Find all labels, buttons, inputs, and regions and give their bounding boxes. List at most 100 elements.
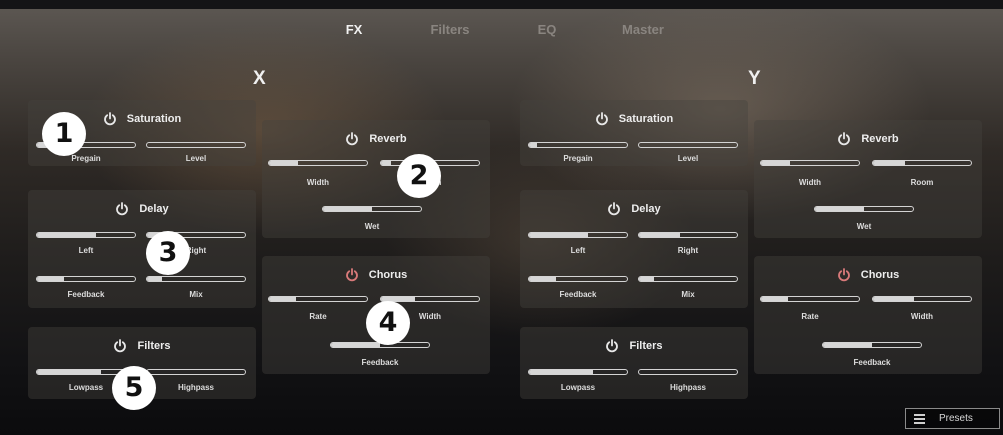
x-filters-title-row: Filters	[28, 337, 256, 355]
x-saturation-pregain-label: Pregain	[71, 154, 101, 163]
y-saturation-level-slider[interactable]	[638, 142, 738, 148]
y-saturation-title-row: Saturation	[520, 110, 748, 128]
slider-fill	[147, 277, 162, 281]
tab-eq[interactable]: EQ	[507, 22, 587, 37]
y-reverb-width-slider[interactable]	[760, 160, 860, 166]
power-icon[interactable]	[103, 112, 117, 126]
slider-fill	[323, 207, 372, 211]
x-delay-left-slider[interactable]	[36, 232, 136, 238]
y-chorus-panel: Chorus Rate Width Feedback	[754, 256, 982, 374]
annotation-marker-1: 1	[42, 112, 86, 156]
x-delay-title: Delay	[139, 203, 169, 216]
y-delay-left-slider[interactable]	[528, 232, 628, 238]
y-filters-title: Filters	[629, 340, 663, 353]
x-chorus-width-slider[interactable]	[380, 296, 480, 302]
y-delay-feedback-slider[interactable]	[528, 276, 628, 282]
x-filters-highpass-slider[interactable]	[146, 369, 246, 375]
y-delay-mix-slider[interactable]	[638, 276, 738, 282]
y-filters-highpass-label: Highpass	[669, 383, 706, 392]
y-filters-lowpass-slider[interactable]	[528, 369, 628, 375]
slider-fill	[269, 161, 299, 165]
y-chorus-width-label: Width	[910, 312, 934, 321]
power-icon[interactable]	[113, 339, 127, 353]
power-icon[interactable]	[345, 132, 359, 146]
y-saturation-title: Saturation	[618, 113, 674, 126]
x-chorus-title: Chorus	[368, 269, 408, 282]
power-icon[interactable]	[837, 132, 851, 146]
x-reverb-panel: ReverbWidthRoomWet	[262, 120, 490, 238]
y-reverb-room-slider[interactable]	[872, 160, 972, 166]
y-chorus-title-row: Chorus	[754, 266, 982, 284]
y-chorus-width-slider[interactable]	[872, 296, 972, 302]
y-chorus-feedback-label: Feedback	[853, 358, 891, 367]
presets-button[interactable]: Presets	[905, 408, 1000, 429]
tab-master[interactable]: Master	[603, 22, 683, 37]
y-reverb-panel: Reverb Width Room Wet	[754, 120, 982, 238]
y-chorus-title: Chorus	[860, 269, 900, 282]
slider-fill	[331, 343, 380, 347]
power-icon[interactable]	[345, 268, 359, 282]
annotation-marker-3: 3	[146, 231, 190, 275]
slider-fill	[529, 233, 588, 237]
power-icon[interactable]	[595, 112, 609, 126]
y-filters-highpass-slider[interactable]	[638, 369, 738, 375]
tab-fx[interactable]: FX	[314, 22, 394, 37]
x-reverb-width-label: Width	[306, 178, 330, 187]
slider-fill	[529, 143, 537, 147]
slider-fill	[873, 161, 906, 165]
x-reverb-wet-slider[interactable]	[322, 206, 422, 212]
y-chorus-rate-label: Rate	[801, 312, 819, 321]
y-filters-lowpass-label: Lowpass	[560, 383, 596, 392]
presets-label: Presets	[939, 413, 973, 424]
annotation-marker-5: 5	[112, 366, 156, 410]
slider-fill	[639, 233, 681, 237]
y-saturation-pregain-slider[interactable]	[528, 142, 628, 148]
top-tab-bar: FX Filters EQ Master	[0, 22, 1003, 42]
slider-fill	[639, 277, 654, 281]
y-reverb-wet-label: Wet	[856, 222, 872, 231]
annotation-marker-2: 2	[397, 154, 441, 198]
power-icon[interactable]	[607, 202, 621, 216]
x-delay-left-label: Left	[78, 246, 94, 255]
menu-icon	[914, 414, 925, 426]
slider-fill	[37, 370, 101, 374]
x-chorus-rate-slider[interactable]	[268, 296, 368, 302]
x-filters-title: Filters	[137, 340, 171, 353]
x-saturation-level-slider[interactable]	[146, 142, 246, 148]
x-delay-mix-slider[interactable]	[146, 276, 246, 282]
slider-fill	[269, 297, 297, 301]
y-reverb-width-label: Width	[798, 178, 822, 187]
y-delay-feedback-label: Feedback	[559, 290, 597, 299]
y-chorus-rate-slider[interactable]	[760, 296, 860, 302]
side-y-label: Y	[748, 68, 761, 89]
side-x-label: X	[253, 68, 266, 89]
tab-filters[interactable]: Filters	[410, 22, 490, 37]
slider-fill	[815, 207, 864, 211]
x-saturation-level-label: Level	[185, 154, 207, 163]
slider-fill	[873, 297, 915, 301]
y-delay-right-slider[interactable]	[638, 232, 738, 238]
y-chorus-feedback-slider[interactable]	[822, 342, 922, 348]
x-chorus-rate-label: Rate	[309, 312, 327, 321]
y-delay-title: Delay	[631, 203, 661, 216]
power-icon[interactable]	[115, 202, 129, 216]
y-delay-panel: Delay Left Right Feedback Mix	[520, 190, 748, 308]
x-delay-feedback-slider[interactable]	[36, 276, 136, 282]
y-filters-panel: Filters Lowpass Highpass	[520, 327, 748, 399]
y-reverb-room-label: Room	[910, 178, 934, 187]
plugin-window: FX Filters EQ Master X Y Saturation Prega…	[0, 0, 1003, 435]
slider-fill	[37, 233, 96, 237]
y-saturation-pregain-label: Pregain	[563, 154, 593, 163]
y-saturation-panel: Saturation Pregain Level	[520, 100, 748, 166]
x-reverb-title: Reverb	[369, 133, 407, 146]
x-reverb-width-slider[interactable]	[268, 160, 368, 166]
x-delay-title-row: Delay	[28, 200, 256, 218]
slider-fill	[823, 343, 872, 347]
slider-fill	[529, 277, 557, 281]
y-reverb-wet-slider[interactable]	[814, 206, 914, 212]
power-icon[interactable]	[605, 339, 619, 353]
y-delay-left-label: Left	[570, 246, 586, 255]
x-delay-mix-label: Mix	[189, 290, 203, 299]
y-saturation-level-label: Level	[677, 154, 699, 163]
power-icon[interactable]	[837, 268, 851, 282]
